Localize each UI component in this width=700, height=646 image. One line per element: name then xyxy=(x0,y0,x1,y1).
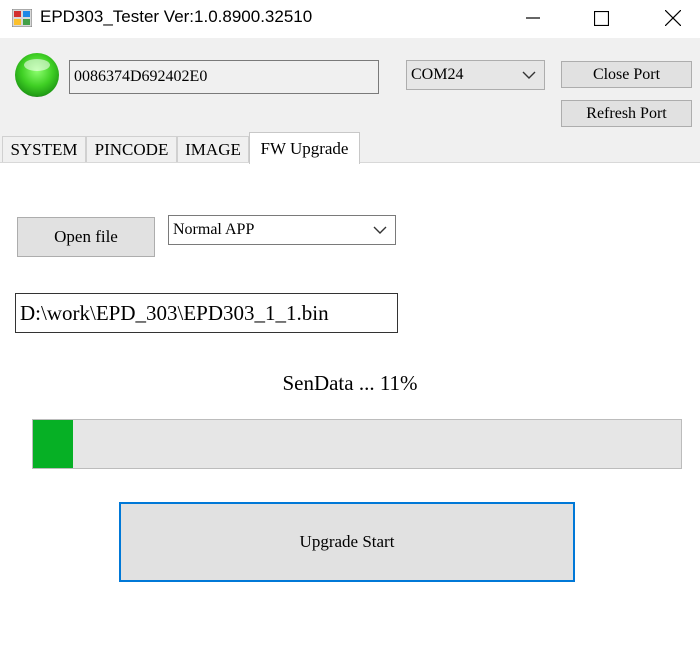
file-path-field[interactable]: D:\work\EPD_303\EPD303_1_1.bin xyxy=(15,293,398,333)
status-led-highlight xyxy=(24,59,50,71)
device-id-field[interactable]: 0086374D692402E0 xyxy=(69,60,379,94)
mode-select[interactable]: Normal APP xyxy=(168,215,396,245)
refresh-port-button[interactable]: Refresh Port xyxy=(561,100,692,127)
close-button[interactable] xyxy=(650,0,696,36)
tab-pincode[interactable]: PINCODE xyxy=(86,136,177,163)
minimize-icon xyxy=(526,17,540,19)
window-title: EPD303_Tester Ver:1.0.8900.32510 xyxy=(40,7,313,26)
progress-bar-fill xyxy=(33,420,73,468)
port-select-value: COM24 xyxy=(411,66,464,83)
open-file-button[interactable]: Open file xyxy=(17,217,155,257)
mode-select-value: Normal APP xyxy=(173,221,255,238)
minimize-button[interactable] xyxy=(510,0,556,36)
title-bar: EPD303_Tester Ver:1.0.8900.32510 xyxy=(0,0,700,38)
progress-bar xyxy=(32,419,682,469)
tab-system[interactable]: SYSTEM xyxy=(2,136,86,163)
port-select[interactable]: COM24 xyxy=(406,60,545,90)
upgrade-start-button[interactable]: Upgrade Start xyxy=(119,502,575,582)
maximize-icon xyxy=(593,10,609,26)
chevron-down-icon xyxy=(373,226,387,234)
progress-status-text: SenData ... 11% xyxy=(282,371,418,395)
close-icon xyxy=(665,10,681,26)
tab-fw-upgrade[interactable]: FW Upgrade xyxy=(249,132,360,164)
maximize-button[interactable] xyxy=(578,0,624,36)
tab-image[interactable]: IMAGE xyxy=(177,136,249,163)
chevron-down-icon xyxy=(522,71,536,79)
app-icon xyxy=(12,9,32,27)
close-port-button[interactable]: Close Port xyxy=(561,61,692,88)
